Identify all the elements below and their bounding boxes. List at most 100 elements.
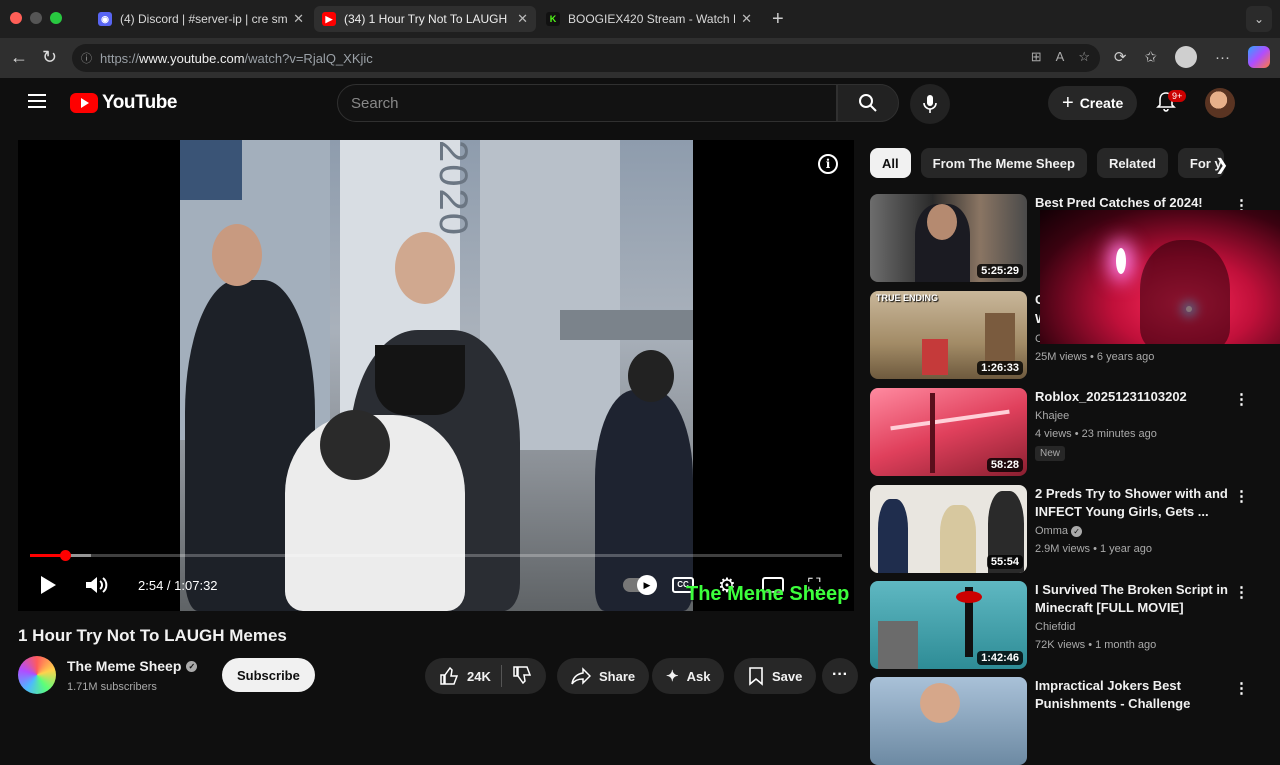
volume-icon <box>86 577 108 593</box>
duration-badge: 5:25:29 <box>977 264 1023 278</box>
play-icon <box>41 576 56 594</box>
video-thumbnail[interactable]: 1:42:46 <box>870 581 1027 669</box>
favorites-icon[interactable]: ✩ <box>1144 48 1157 66</box>
read-aloud-icon[interactable]: A <box>1056 49 1065 65</box>
favorite-star-icon[interactable]: ☆ <box>1078 49 1090 65</box>
youtube-header: YouTube Search + Create 9+ <box>0 78 1280 128</box>
chip-from-channel[interactable]: From The Meme Sheep <box>920 148 1087 178</box>
channel-watermark: The Meme Sheep <box>686 583 850 605</box>
video-thumbnail[interactable]: 5:25:29 <box>870 194 1027 282</box>
create-button[interactable]: + Create <box>1048 86 1138 120</box>
tab-list-chevron-icon[interactable]: ⌄ <box>1246 6 1272 32</box>
recommended-video[interactable]: 1:42:46 I Survived The Broken Script in … <box>870 581 1270 671</box>
close-tab-icon[interactable]: ✕ <box>517 11 528 27</box>
channel-avatar[interactable] <box>18 656 56 694</box>
autoplay-toggle[interactable]: ▶ <box>623 572 657 598</box>
new-badge: New <box>1035 446 1066 461</box>
more-actions-button[interactable]: ··· <box>822 658 858 694</box>
refresh-icon[interactable]: ↻ <box>42 47 57 68</box>
recommended-video[interactable]: 55:54 2 Preds Try to Shower with and INF… <box>870 485 1270 575</box>
address-bar[interactable]: ⓘ https://www.youtube.com/watch?v=RjalQ_… <box>72 44 1100 72</box>
recommended-title: 2 Preds Try to Shower with and INFECT Yo… <box>1035 486 1228 519</box>
voice-search-button[interactable] <box>910 84 950 124</box>
share-button[interactable]: Share <box>557 658 650 694</box>
search-input[interactable]: Search <box>337 84 837 122</box>
building-text: 2020 <box>431 140 475 237</box>
app-available-icon[interactable]: ⊞ <box>1031 49 1042 65</box>
kebab-menu-icon[interactable]: ⋮ <box>1234 679 1249 697</box>
site-info-icon[interactable]: ⓘ <box>81 50 92 66</box>
notification-count-badge: 9+ <box>1168 90 1187 102</box>
minimize-window-button[interactable] <box>30 12 42 24</box>
play-button[interactable] <box>38 572 58 598</box>
profile-avatar[interactable] <box>1175 46 1197 68</box>
dislike-button[interactable] <box>512 665 532 688</box>
close-tab-icon[interactable]: ✕ <box>741 11 752 27</box>
thumbs-up-icon <box>440 666 459 685</box>
channel-name[interactable]: The Meme Sheep ✓ <box>67 658 198 674</box>
tab-discord[interactable]: ◉ (4) Discord | #server-ip | cre sm ✕ <box>90 6 312 32</box>
scrubber-handle[interactable] <box>59 550 71 561</box>
search-icon <box>859 94 877 112</box>
chevron-right-icon[interactable]: ❯ <box>1215 155 1228 175</box>
subscriber-count: 1.71M subscribers <box>67 681 157 693</box>
recommended-meta: 4 views • 23 minutes ago <box>1035 428 1157 440</box>
recommended-channel: Omma ✓ <box>1035 523 1083 539</box>
progress-bar[interactable] <box>30 550 842 561</box>
browser-tab-bar: ◉ (4) Discord | #server-ip | cre sm ✕ ▶ … <box>0 0 1280 38</box>
address-bar-actions: ⊞ A ☆ <box>1031 49 1090 65</box>
search-button[interactable] <box>837 84 899 122</box>
like-button[interactable]: 24K <box>439 666 491 686</box>
back-arrow-icon[interactable]: ← <box>10 47 28 68</box>
microphone-icon <box>923 95 937 113</box>
recommended-channel: Khajee <box>1035 410 1070 422</box>
video-thumbnail[interactable]: 55:54 <box>870 485 1027 573</box>
kebab-menu-icon[interactable]: ⋮ <box>1234 487 1249 505</box>
video-player[interactable]: 2020 i 2:54 / 1:07:32 ▶ CC ⚙ ⛶ The Meme … <box>18 140 854 611</box>
duration-badge: 55:54 <box>986 555 1023 569</box>
verified-check-icon: ✓ <box>186 660 198 672</box>
chip-all[interactable]: All <box>870 148 911 178</box>
plus-icon: + <box>1062 91 1074 114</box>
close-tab-icon[interactable]: ✕ <box>293 11 304 27</box>
verified-check-icon: ✓ <box>1071 526 1083 537</box>
recommended-video[interactable]: Impractical Jokers Best Punishments - Ch… <box>870 677 1270 765</box>
youtube-logo[interactable]: YouTube <box>70 92 177 114</box>
discord-icon: ◉ <box>98 12 112 26</box>
maximize-window-button[interactable] <box>50 12 62 24</box>
video-thumbnail[interactable]: 58:28 <box>870 388 1027 476</box>
video-thumbnail[interactable] <box>870 677 1027 765</box>
tab-youtube[interactable]: ▶ (34) 1 Hour Try Not To LAUGH M ✕ <box>314 6 536 32</box>
kebab-menu-icon[interactable]: ⋮ <box>1234 390 1249 408</box>
new-tab-button[interactable]: + <box>772 8 784 31</box>
recommended-title: Roblox_20251231103202 <box>1035 389 1187 404</box>
save-button[interactable]: Save <box>734 658 817 694</box>
extensions-icon[interactable]: ⟳ <box>1114 48 1127 66</box>
video-frame: 2020 <box>180 140 693 611</box>
duration-badge: 58:28 <box>986 458 1023 472</box>
duration-badge: 1:26:33 <box>977 361 1023 375</box>
youtube-play-logo-icon <box>70 93 98 113</box>
video-thumbnail[interactable]: TRUE ENDING 1:26:33 <box>870 291 1027 379</box>
recommended-meta: 72K views • 1 month ago <box>1035 639 1157 651</box>
video-info-icon[interactable]: i <box>818 154 838 174</box>
recommended-title: Impractical Jokers Best Punishments - Ch… <box>1035 678 1191 711</box>
ask-button[interactable]: ✦ Ask <box>652 658 725 694</box>
recommended-video[interactable]: 58:28 Roblox_20251231103202 Khajee 4 vie… <box>870 388 1270 478</box>
subscribe-button[interactable]: Subscribe <box>222 658 315 692</box>
volume-button[interactable] <box>84 572 110 598</box>
menu-hamburger-icon[interactable] <box>28 94 46 108</box>
recommended-channel: Chiefdid <box>1035 621 1076 633</box>
account-avatar[interactable] <box>1205 88 1235 118</box>
chip-related[interactable]: Related <box>1096 148 1168 178</box>
more-options-icon[interactable]: ··· <box>1215 49 1230 66</box>
kebab-menu-icon[interactable]: ⋮ <box>1234 583 1249 601</box>
copilot-icon[interactable] <box>1248 46 1270 68</box>
webcam-overlay <box>1040 210 1280 344</box>
tab-kick[interactable]: K BOOGIEX420 Stream - Watch Li ✕ <box>538 6 760 32</box>
recommended-meta: 2.9M views • 1 year ago <box>1035 543 1152 555</box>
close-window-button[interactable] <box>10 12 22 24</box>
bookmark-icon <box>749 667 763 686</box>
autoplay-toggle-icon: ▶ <box>623 575 657 595</box>
browser-toolbar: ← ↻ ⓘ https://www.youtube.com/watch?v=Rj… <box>0 38 1280 78</box>
